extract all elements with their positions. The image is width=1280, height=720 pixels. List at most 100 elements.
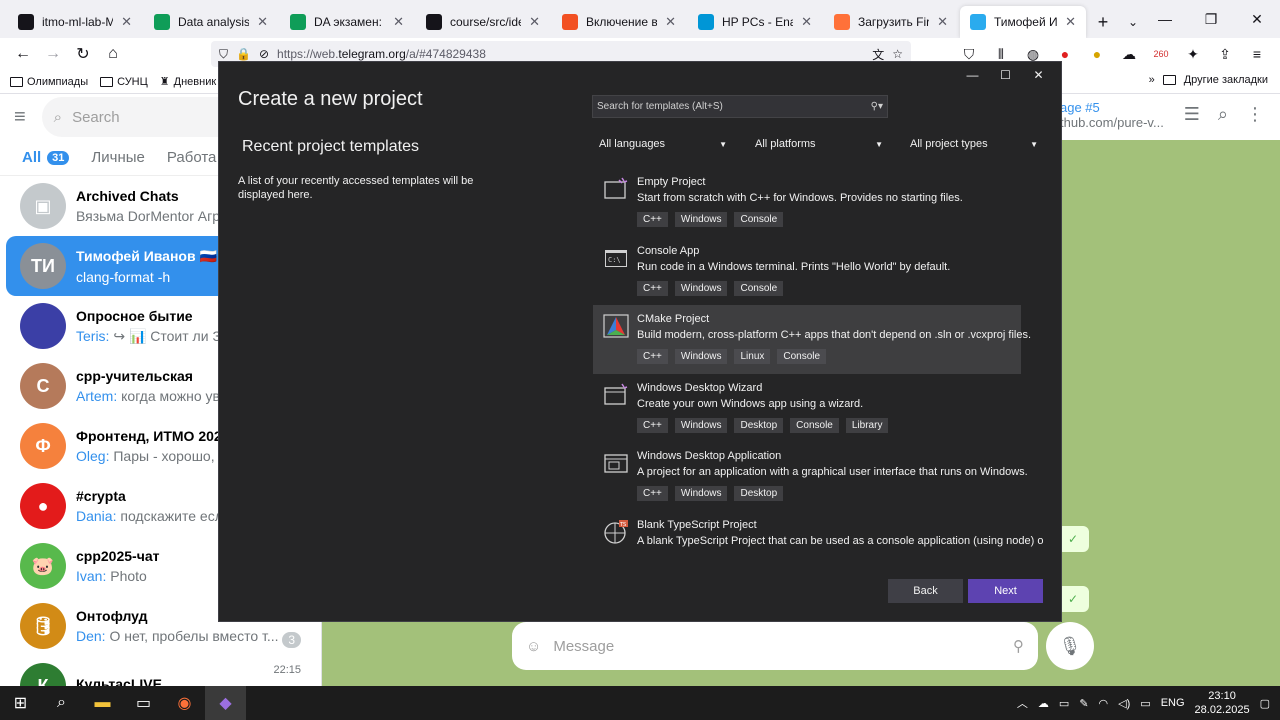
close-tab-icon[interactable]: ✕ <box>1065 14 1076 30</box>
onedrive-icon[interactable]: ☁ <box>1038 697 1049 710</box>
permissions-icon[interactable]: ⊘ <box>259 47 269 61</box>
minimize-icon[interactable]: — <box>956 64 989 86</box>
bookmark-diary[interactable]: ♜ Дневник <box>160 75 216 89</box>
close-tab-icon[interactable]: ✕ <box>665 14 676 30</box>
close-tab-icon[interactable]: ✕ <box>393 14 404 30</box>
pinned-list-icon[interactable]: ☰ <box>1184 104 1200 125</box>
browser-tab-bar: itmo-ml-lab-ML-c✕Data analysis CT (2✕DA … <box>0 0 1280 38</box>
visual-studio-icon[interactable]: ◆ <box>205 686 246 720</box>
minimize-icon[interactable]: — <box>1142 0 1188 38</box>
file-explorer-icon[interactable]: ▬ <box>82 686 123 720</box>
tab-personal[interactable]: Личные <box>91 149 144 166</box>
close-icon[interactable]: ✕ <box>1234 0 1280 38</box>
telegram-icon <box>970 14 986 30</box>
home-icon[interactable]: ⌂ <box>98 39 128 69</box>
browser-tab[interactable]: DA экзамен: очер ✕ <box>280 6 414 38</box>
windows-start-icon[interactable]: ⊞ <box>0 686 41 720</box>
extensions-puzzle-icon[interactable]: ✦ <box>1180 40 1206 68</box>
bookmark-sunc[interactable]: СУНЦ <box>100 76 148 88</box>
battery-icon[interactable]: ▭ <box>1140 697 1150 710</box>
project-type-filter-dropdown[interactable]: All project types ▼ <box>904 133 1044 155</box>
language-filter-dropdown[interactable]: All languages ▼ <box>593 133 733 155</box>
browser-tab[interactable]: Включение вирту ✕ <box>552 6 686 38</box>
template-item[interactable]: CMake Project Build modern, cross-platfor… <box>593 305 1031 374</box>
browser-tab[interactable]: Загрузить Firefox ✕ <box>824 6 958 38</box>
avatar <box>20 303 66 349</box>
wifi-icon[interactable]: ◠ <box>1099 697 1109 710</box>
close-icon[interactable]: ✕ <box>1022 64 1055 86</box>
bookmark-star-icon[interactable]: ☆ <box>892 47 903 61</box>
volume-icon[interactable]: ◁) <box>1118 697 1130 710</box>
browser-tab[interactable]: Тимофей Иванов ✕ <box>960 6 1086 38</box>
browser-tab[interactable]: Data analysis CT (2 ✕ <box>144 6 278 38</box>
next-button[interactable]: Next <box>968 579 1043 603</box>
emoji-icon[interactable]: ☺ <box>526 638 541 655</box>
new-tab-button[interactable]: + <box>1088 6 1118 38</box>
message-sender: Den: <box>76 628 110 644</box>
close-tab-icon[interactable]: ✕ <box>801 14 812 30</box>
forward-arrow-icon[interactable]: → <box>38 39 68 69</box>
microphone-button[interactable]: 🎙 <box>1046 622 1094 670</box>
firefox-icon[interactable]: ◉ <box>164 686 205 720</box>
back-arrow-icon[interactable]: ← <box>8 39 38 69</box>
bookmark-olympiads[interactable]: Олимпиады <box>10 76 88 88</box>
url-text[interactable]: https://web.telegram.org/a/#474829438 <box>277 47 486 61</box>
display-icon[interactable]: ▭ <box>1059 697 1069 710</box>
close-tab-icon[interactable]: ✕ <box>121 14 132 30</box>
reload-icon[interactable]: ↻ <box>68 39 98 69</box>
search-dropdown-icon[interactable]: ⚲▾ <box>871 101 883 112</box>
dropdown-caret-icon: ▼ <box>875 139 883 149</box>
browser-tab[interactable]: course/src/ide/ws ✕ <box>416 6 550 38</box>
firefox-icon <box>834 14 850 30</box>
close-tab-icon[interactable]: ✕ <box>257 14 268 30</box>
search-icon[interactable]: ⌕ <box>41 686 82 720</box>
template-item[interactable]: Empty Project Start from scratch with C++… <box>593 168 1043 237</box>
language-indicator[interactable]: ENG <box>1161 697 1185 709</box>
restore-icon[interactable]: ❐ <box>1188 0 1234 38</box>
template-tags: C++ Windows Linux Console <box>637 349 1013 364</box>
tray-chevron-icon[interactable]: ︿ <box>1017 695 1028 711</box>
template-item[interactable]: Windows Desktop Wizard Create your own Wi… <box>593 374 1043 443</box>
browser-tab[interactable]: HP PCs - Enable V ✕ <box>688 6 822 38</box>
close-tab-icon[interactable]: ✕ <box>529 14 540 30</box>
message-composer[interactable]: ☺ Message ⚲ <box>512 622 1038 670</box>
menu-hamburger-icon[interactable]: ≡ <box>1244 40 1270 68</box>
hamburger-menu-icon[interactable]: ≡ <box>14 106 26 129</box>
pinned-message-peek[interactable]: age #5 thub.com/pure-v... <box>1060 100 1164 130</box>
lock-icon[interactable]: 🔒 <box>236 47 251 61</box>
template-tag: Desktop <box>734 417 784 433</box>
more-vertical-icon[interactable]: ⋮ <box>1246 104 1264 125</box>
attach-paperclip-icon[interactable]: ⚲ <box>1013 637 1024 655</box>
template-item[interactable]: TS Blank TypeScript Project A blank TypeSc… <box>593 511 1043 559</box>
close-tab-icon[interactable]: ✕ <box>937 14 948 30</box>
clock[interactable]: 23:10 28.02.2025 <box>1195 689 1250 717</box>
tab-title: Тимофей Иванов <box>994 15 1058 29</box>
share-icon[interactable]: ⇪ <box>1212 40 1238 68</box>
extension-badge-icon[interactable]: 260 <box>1148 40 1174 68</box>
avatar: 🐷 <box>20 543 66 589</box>
translate-icon[interactable]: 文 <box>872 46 884 63</box>
extension-key-icon[interactable]: ● <box>1084 40 1110 68</box>
chat-list-item[interactable]: К КультасLIVE 22:15 <box>6 656 315 686</box>
platform-filter-dropdown[interactable]: All platforms ▼ <box>749 133 889 155</box>
message-input[interactable]: Message <box>553 638 1001 655</box>
template-item[interactable]: Windows Desktop Application A project for… <box>593 442 1043 511</box>
terminal-icon[interactable]: ▭ <box>123 686 164 720</box>
microphone-icon: 🎙 <box>1058 635 1082 656</box>
search-icon[interactable]: ⌕ <box>1218 104 1228 125</box>
notifications-icon[interactable]: ▢ <box>1260 697 1270 710</box>
more-bookmarks-chevron-icon[interactable]: » <box>1149 74 1155 86</box>
maximize-icon[interactable]: ☐ <box>989 64 1022 86</box>
extension-cloud-icon[interactable]: ☁ <box>1116 40 1142 68</box>
shield-icon[interactable]: ⛉ <box>219 47 228 62</box>
pen-icon[interactable]: ✎ <box>1079 697 1088 710</box>
other-bookmarks[interactable]: Другие закладки <box>1184 74 1268 86</box>
template-item[interactable]: C:\ Console App Run code in a Windows term… <box>593 237 1043 306</box>
template-search-input[interactable]: Search for templates (Alt+S) ⚲▾ <box>592 95 888 118</box>
back-button[interactable]: Back <box>888 579 963 603</box>
template-tag: Desktop <box>734 486 784 501</box>
tab-all-chats[interactable]: All 31 <box>22 149 70 166</box>
tab-work[interactable]: Работа <box>167 149 217 166</box>
browser-tab[interactable]: itmo-ml-lab-ML-c ✕ <box>8 6 142 38</box>
cmake-icon <box>603 313 629 339</box>
